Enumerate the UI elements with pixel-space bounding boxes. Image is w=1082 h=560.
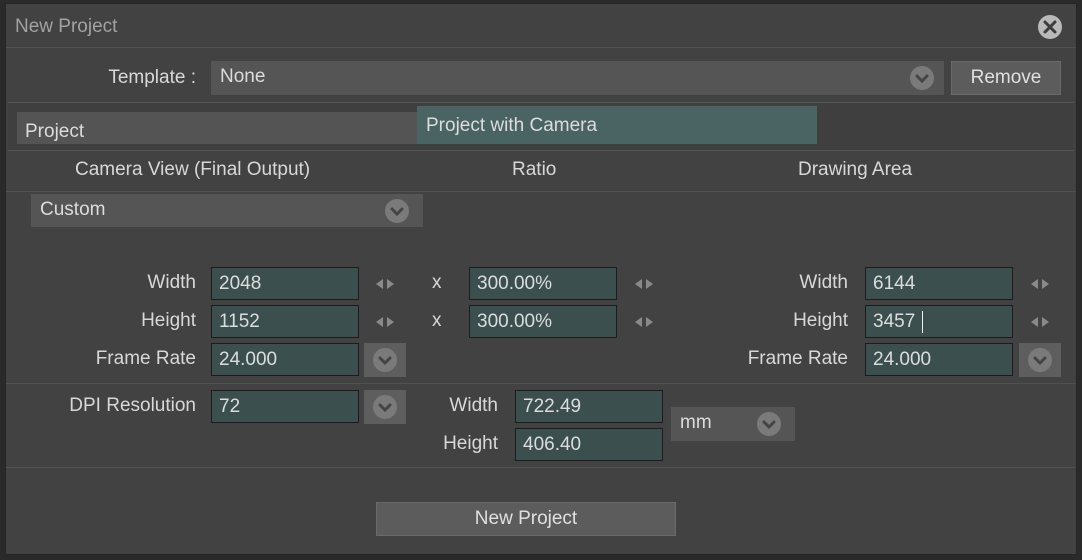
ratio-height-field[interactable]: 300.00%	[469, 305, 617, 338]
dialog-title: New Project	[15, 16, 118, 37]
template-select[interactable]: None	[211, 61, 944, 95]
divider	[6, 191, 1076, 192]
template-label: Template :	[108, 67, 196, 88]
left-right-arrows-icon[interactable]	[374, 277, 396, 291]
dpi-resolution-field[interactable]: 72	[211, 390, 359, 423]
ratio-heading: Ratio	[512, 159, 557, 180]
physical-height-label: Height	[443, 433, 498, 454]
drawing-width-value: 6144	[873, 273, 916, 294]
template-value: None	[220, 66, 266, 87]
physical-width-value: 722.49	[523, 396, 582, 417]
tab-project-label: Project	[25, 121, 85, 142]
camera-width-label: Width	[147, 272, 196, 293]
drawing-frame-rate-value: 24.000	[873, 349, 932, 370]
unit-select[interactable]: mm	[671, 407, 795, 441]
divider	[6, 47, 1076, 48]
dpi-resolution-dropdown[interactable]	[364, 390, 406, 424]
camera-frame-rate-label: Frame Rate	[95, 348, 196, 369]
camera-frame-rate-dropdown[interactable]	[364, 343, 406, 377]
left-right-arrows-icon[interactable]	[374, 315, 396, 329]
new-project-button[interactable]: New Project	[376, 502, 676, 536]
divider	[6, 467, 1076, 468]
camera-frame-rate-value: 24.000	[219, 349, 278, 370]
physical-height-value: 406.40	[523, 434, 582, 455]
physical-width-field[interactable]: 722.49	[515, 390, 663, 423]
left-right-arrows-icon[interactable]	[1029, 277, 1051, 291]
ratio-width-value: 300.00%	[477, 273, 553, 294]
dpi-resolution-value: 72	[219, 396, 241, 417]
camera-preset-select[interactable]: Custom	[31, 194, 423, 227]
drawing-area-heading: Drawing Area	[798, 159, 913, 180]
new-project-dialog: New Project Template : None Remove Proje…	[5, 3, 1077, 555]
left-right-arrows-icon[interactable]	[1029, 315, 1051, 329]
drawing-width-label: Width	[799, 272, 848, 293]
close-icon[interactable]	[1038, 15, 1062, 39]
drawing-height-value: 3457	[873, 311, 916, 332]
drawing-frame-rate-dropdown[interactable]	[1019, 343, 1061, 377]
camera-width-field[interactable]: 2048	[211, 267, 359, 300]
text-cursor	[922, 311, 923, 333]
camera-height-field[interactable]: 1152	[211, 305, 359, 338]
chevron-down-icon	[385, 199, 409, 223]
drawing-height-field[interactable]: 3457	[865, 305, 1013, 338]
divider	[6, 383, 1076, 384]
camera-frame-rate-field[interactable]: 24.000	[211, 343, 359, 376]
camera-view-heading: Camera View (Final Output)	[75, 159, 311, 180]
ratio-width-field[interactable]: 300.00%	[469, 267, 617, 300]
tab-project-with-camera-label: Project with Camera	[426, 115, 598, 136]
ratio-height-value: 300.00%	[477, 311, 553, 332]
chevron-down-icon	[373, 348, 397, 372]
tab-project[interactable]: Project	[17, 112, 417, 144]
left-right-arrows-icon[interactable]	[633, 277, 655, 291]
chevron-down-icon	[910, 66, 934, 90]
drawing-height-label: Height	[793, 310, 848, 331]
chevron-down-icon	[757, 412, 781, 436]
camera-preset-value: Custom	[40, 199, 106, 220]
drawing-frame-rate-field[interactable]: 24.000	[865, 343, 1013, 376]
camera-height-label: Height	[141, 310, 196, 331]
unit-value: mm	[680, 412, 712, 433]
physical-width-label: Width	[449, 395, 498, 416]
chevron-down-icon	[373, 395, 397, 419]
physical-height-field[interactable]: 406.40	[515, 428, 663, 461]
dpi-resolution-label: DPI Resolution	[69, 395, 196, 416]
left-right-arrows-icon[interactable]	[633, 315, 655, 329]
ratio-x-label: x	[432, 310, 442, 331]
camera-height-value: 1152	[219, 311, 260, 332]
tab-project-with-camera[interactable]: Project with Camera	[417, 106, 817, 144]
drawing-frame-rate-label: Frame Rate	[747, 348, 848, 369]
camera-width-value: 2048	[219, 273, 262, 294]
chevron-down-icon	[1028, 348, 1052, 372]
remove-template-button[interactable]: Remove	[951, 61, 1061, 95]
ratio-x-label: x	[432, 272, 442, 293]
drawing-width-field[interactable]: 6144	[865, 267, 1013, 300]
